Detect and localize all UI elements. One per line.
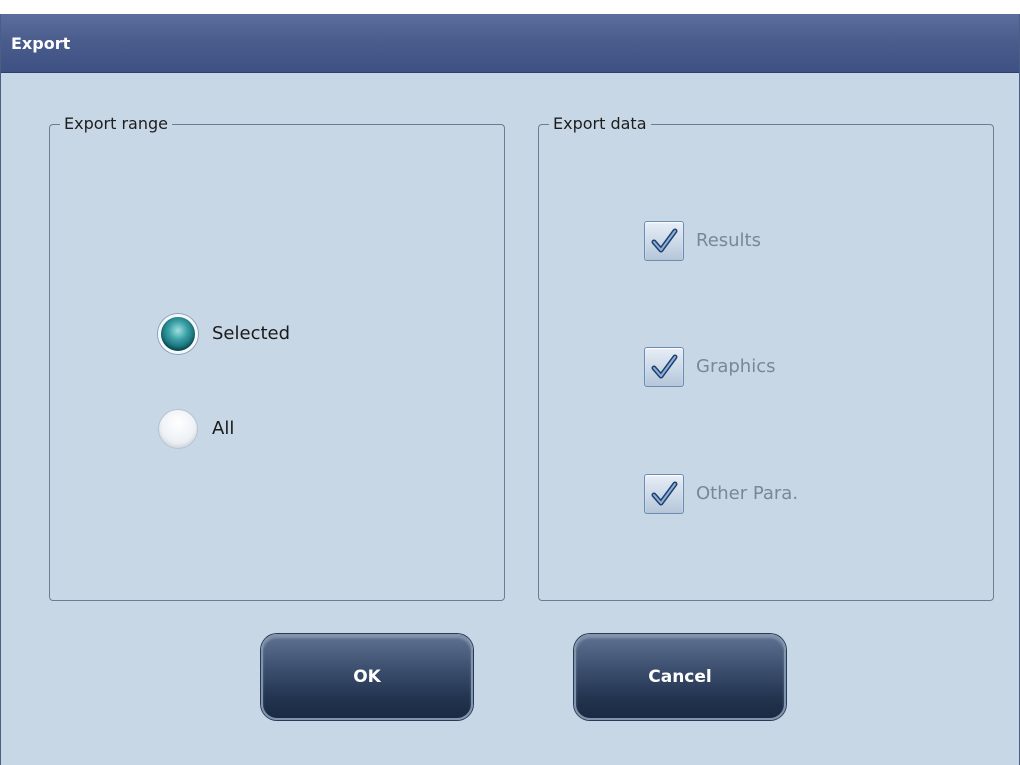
- radio-option-all[interactable]: All: [158, 409, 234, 449]
- radio-unselected-icon[interactable]: [158, 409, 198, 449]
- radio-label-all: All: [212, 418, 235, 439]
- checkbox-label-graphics: Graphics: [696, 356, 776, 377]
- export-range-legend: Export range: [60, 113, 172, 135]
- checkmark-icon[interactable]: [644, 347, 684, 387]
- checkmark-icon[interactable]: [644, 474, 684, 514]
- export-data-group: Export data Results Graphics Other Para.: [538, 113, 994, 601]
- export-dialog: Export Export range Selected All Export …: [0, 14, 1020, 765]
- ok-button[interactable]: OK: [261, 634, 473, 720]
- cancel-button[interactable]: Cancel: [574, 634, 786, 720]
- title-bar[interactable]: Export: [1, 14, 1019, 73]
- radio-option-selected[interactable]: Selected: [158, 314, 290, 354]
- checkbox-other-para[interactable]: Other Para.: [644, 474, 798, 514]
- export-range-group: Export range Selected All: [49, 113, 505, 601]
- export-data-legend: Export data: [549, 113, 651, 135]
- radio-selected-icon[interactable]: [158, 314, 198, 354]
- checkmark-icon[interactable]: [644, 221, 684, 261]
- checkbox-graphics[interactable]: Graphics: [644, 347, 776, 387]
- radio-label-selected: Selected: [212, 323, 291, 344]
- dialog-title: Export: [11, 34, 71, 53]
- checkbox-label-other-para: Other Para.: [696, 483, 799, 504]
- checkbox-label-results: Results: [696, 230, 761, 251]
- checkbox-results[interactable]: Results: [644, 221, 761, 261]
